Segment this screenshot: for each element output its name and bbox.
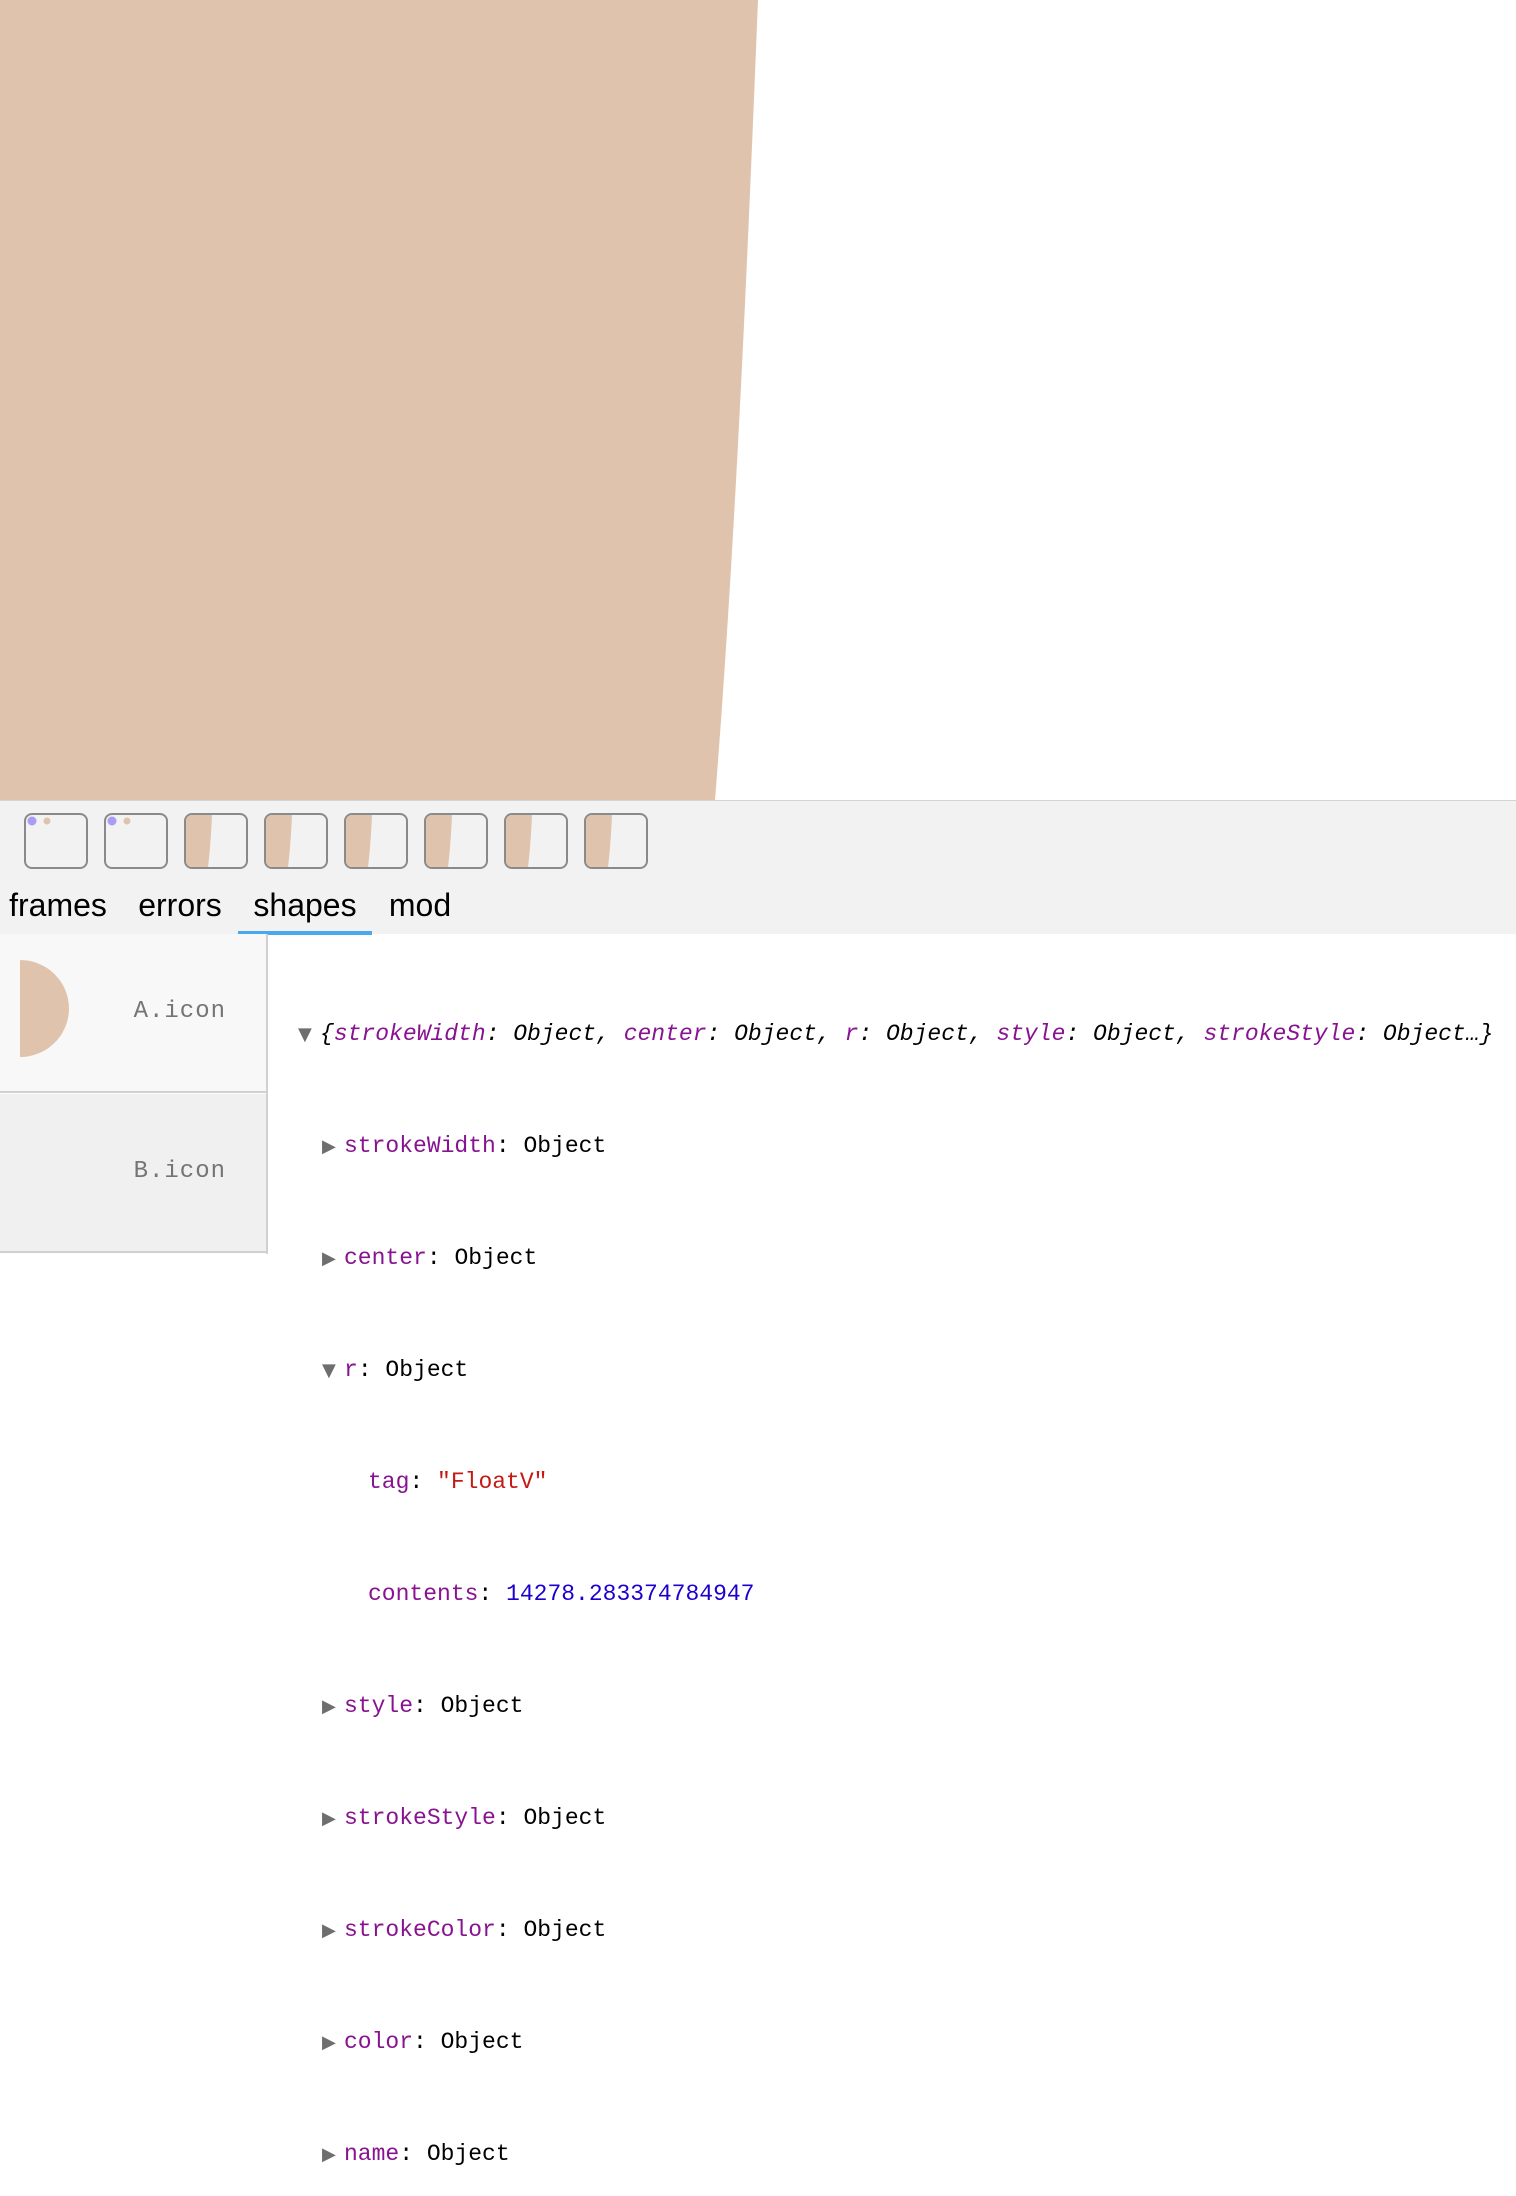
circle-shape-a[interactable] — [0, 0, 758, 800]
prop-string-value: "FloatV" — [437, 1469, 548, 1495]
shape-list: A.icon B.icon — [0, 934, 268, 1254]
thumbnail-preview-icon — [426, 815, 452, 867]
thumbnail-preview-icon — [586, 815, 612, 867]
drawing-canvas[interactable] — [0, 0, 1516, 800]
frame-thumbnail[interactable] — [264, 813, 328, 869]
prop-key: tag — [368, 1469, 410, 1495]
summary-key: style — [996, 1021, 1066, 1047]
prop-value: Object — [523, 1133, 607, 1159]
summary-key: strokeWidth — [333, 1021, 486, 1047]
summary-value: Object — [885, 1021, 969, 1047]
tab-errors[interactable]: errors — [137, 887, 223, 935]
frame-thumbnail[interactable] — [344, 813, 408, 869]
prop-key: style — [344, 1693, 414, 1719]
prop-value: Object — [454, 1245, 538, 1271]
inspector-row-r-contents: contents: 14278.283374784947 — [368, 1581, 755, 1607]
frame-thumbnail[interactable] — [24, 813, 88, 869]
summary-key: strokeStyle — [1203, 1021, 1356, 1047]
summary-value: Object — [513, 1021, 597, 1047]
summary-key: r — [844, 1021, 859, 1047]
summary-pairs: strokeWidth: Object, center: Object, r: … — [333, 1021, 1466, 1047]
inspector-row-r-tag: tag: "FloatV" — [368, 1469, 548, 1495]
collapsed-triangle-icon[interactable]: ▶ — [322, 1917, 344, 1945]
expanded-triangle-icon[interactable]: ▼ — [298, 1021, 320, 1049]
inspector-row-color[interactable]: ▶ color: Object — [298, 2028, 1493, 2056]
prop-value: Object — [385, 1357, 469, 1383]
frame-thumbnail[interactable] — [424, 813, 488, 869]
frame-thumbnail[interactable] — [184, 813, 248, 869]
frame-thumbnail[interactable] — [584, 813, 648, 869]
inspector-row-style[interactable]: ▶ style: Object — [298, 1692, 1493, 1720]
prop-value: Object — [440, 1693, 524, 1719]
inspector-row-center[interactable]: ▶ center: Object — [298, 1244, 1493, 1272]
frame-thumbnail[interactable] — [504, 813, 568, 869]
tab-frames[interactable]: frames — [8, 887, 108, 935]
frame-thumbnail[interactable] — [104, 813, 168, 869]
thumbnail-preview-icon — [107, 816, 131, 826]
inspector-summary-row[interactable]: ▼ {strokeWidth: Object, center: Object, r… — [298, 1020, 1493, 1048]
shape-a-label: A.icon — [133, 998, 226, 1025]
prop-key: name — [344, 2141, 400, 2167]
shape-row-b[interactable]: B.icon — [0, 1094, 266, 1253]
inspector-row-r[interactable]: ▼ r: Object — [298, 1356, 1493, 1384]
summary-close: …} — [1465, 1021, 1494, 1047]
prop-key: contents — [368, 1581, 479, 1607]
summary-value: Object — [734, 1021, 817, 1047]
tab-mod[interactable]: mod — [388, 887, 452, 935]
summary-key: center — [623, 1021, 707, 1047]
inspector-row-name[interactable]: ▶ name: Object — [298, 2140, 1493, 2168]
thumbnail-preview-icon — [27, 816, 51, 826]
prop-value: Object — [523, 1917, 607, 1943]
debug-panel: frames errors shapes mod — [0, 800, 1516, 935]
collapsed-triangle-icon[interactable]: ▶ — [322, 1245, 344, 1273]
summary-value: Object — [1093, 1021, 1176, 1047]
thumbnail-preview-icon — [186, 815, 212, 867]
collapsed-triangle-icon[interactable]: ▶ — [322, 1133, 344, 1161]
prop-value: Object — [426, 2141, 510, 2167]
collapsed-triangle-icon[interactable]: ▶ — [322, 2029, 344, 2057]
inspector-row-strokewidth[interactable]: ▶ strokeWidth: Object — [298, 1132, 1493, 1160]
thumbnail-preview-icon — [346, 815, 372, 867]
prop-value: Object — [523, 1805, 607, 1831]
prop-key: r — [344, 1357, 358, 1383]
prop-key: center — [344, 1245, 427, 1271]
object-inspector: ▼ {strokeWidth: Object, center: Object, r… — [298, 964, 1493, 2196]
collapsed-triangle-icon[interactable]: ▶ — [322, 1693, 344, 1721]
tab-shapes[interactable]: shapes — [238, 887, 372, 935]
prop-number-value: 14278.283374784947 — [506, 1581, 755, 1607]
inspector-row-strokecolor[interactable]: ▶ strokeColor: Object — [298, 1916, 1493, 1944]
summary-value: Object — [1382, 1021, 1466, 1047]
collapsed-triangle-icon[interactable]: ▶ — [322, 2141, 344, 2169]
expanded-triangle-icon[interactable]: ▼ — [322, 1357, 344, 1385]
thumbnail-preview-icon — [266, 815, 292, 867]
frame-thumbnails — [24, 813, 648, 869]
prop-key: strokeWidth — [344, 1133, 496, 1159]
inspector-row-strokestyle[interactable]: ▶ strokeStyle: Object — [298, 1804, 1493, 1832]
shape-a-preview-icon — [20, 960, 69, 1057]
prop-value: Object — [440, 2029, 524, 2055]
prop-key: strokeColor — [344, 1917, 496, 1943]
collapsed-triangle-icon[interactable]: ▶ — [322, 1805, 344, 1833]
thumbnail-preview-icon — [506, 815, 532, 867]
shape-row-a[interactable]: A.icon — [0, 934, 266, 1093]
prop-key: strokeStyle — [344, 1805, 496, 1831]
shape-b-label: B.icon — [133, 1158, 226, 1185]
summary-open: { — [320, 1021, 334, 1047]
prop-key: color — [344, 2029, 414, 2055]
